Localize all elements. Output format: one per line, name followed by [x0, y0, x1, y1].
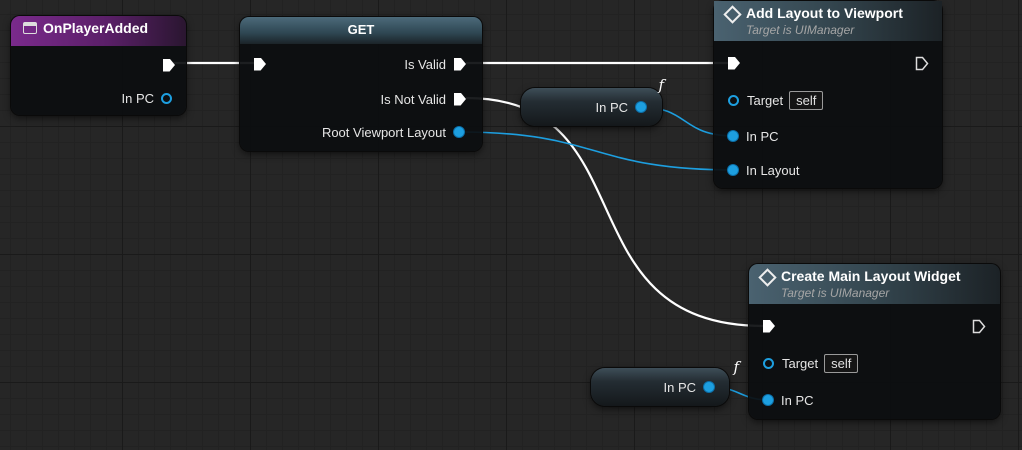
pin-label: Is Not Valid: [380, 91, 446, 107]
add-exec-in[interactable]: [728, 54, 740, 72]
function-icon: [723, 5, 742, 24]
get-node-title: GET: [347, 22, 375, 37]
pin-label: In PC: [781, 392, 814, 408]
pin-label: Target: [782, 355, 819, 371]
object-pin-icon[interactable]: [704, 382, 714, 392]
pin-label: In PC: [595, 99, 628, 115]
pin-label: In PC: [663, 379, 696, 395]
function-node-title: Add Layout to Viewport: [746, 5, 903, 21]
object-pin-icon[interactable]: [454, 127, 464, 137]
exec-in-pin-icon[interactable]: [728, 56, 740, 70]
create-pin-in-pc[interactable]: In PC: [763, 391, 814, 409]
function-node-add-layout-to-viewport[interactable]: Add Layout to Viewport Target is UIManag…: [714, 1, 942, 188]
exec-out-pin-icon[interactable]: [972, 319, 986, 334]
get-node-header: GET: [240, 17, 482, 44]
object-pin-icon[interactable]: [763, 357, 774, 369]
pin-label: In Layout: [746, 162, 800, 178]
object-wire-layout-to-add-inlayout: [459, 131, 736, 171]
get-exec-in[interactable]: [254, 55, 266, 73]
exec-in-pin-icon[interactable]: [254, 57, 266, 71]
var1-pin-in-pc[interactable]: In PC: [595, 98, 646, 116]
target-self-field[interactable]: self: [789, 90, 824, 110]
event-icon: [23, 22, 37, 34]
event-node-header: OnPlayerAdded: [11, 16, 186, 46]
pin-label: Is Valid: [404, 56, 446, 72]
pin-label: Target: [747, 92, 784, 108]
event-node-title: OnPlayerAdded: [43, 20, 149, 36]
get-pin-is-not-valid[interactable]: Is Not Valid: [380, 90, 466, 108]
function-glyph-icon: f: [658, 76, 664, 94]
object-pin-icon[interactable]: [728, 94, 739, 106]
function-node-subtitle: Target is UIManager: [781, 286, 890, 300]
create-pin-target[interactable]: Target self: [763, 353, 859, 373]
get-node[interactable]: GET Is Valid Is Not Valid Root Viewport …: [240, 17, 482, 151]
object-pin-icon[interactable]: [763, 395, 773, 405]
object-pin-icon[interactable]: [636, 102, 646, 112]
target-self-field[interactable]: self: [824, 353, 859, 373]
variable-node-in-pc-1[interactable]: f In PC: [521, 76, 664, 126]
variable-node-in-pc-2[interactable]: f In PC: [591, 358, 739, 406]
add-pin-in-pc[interactable]: In PC: [728, 127, 779, 145]
exec-in-pin-icon[interactable]: [763, 319, 775, 333]
function-node-subtitle: Target is UIManager: [746, 23, 855, 37]
get-pin-root-viewport-layout[interactable]: Root Viewport Layout: [322, 123, 464, 141]
exec-out-pin-icon[interactable]: [915, 56, 929, 71]
event-exec-out[interactable]: [163, 56, 175, 74]
function-node-title: Create Main Layout Widget: [781, 268, 961, 284]
object-pin-icon[interactable]: [728, 165, 738, 175]
object-pin-icon[interactable]: [728, 131, 738, 141]
var2-pin-in-pc[interactable]: In PC: [663, 378, 714, 396]
pin-label: Root Viewport Layout: [321, 124, 446, 140]
add-exec-out[interactable]: [915, 54, 929, 72]
event-pin-in-pc[interactable]: In PC: [121, 89, 172, 107]
get-pin-is-valid[interactable]: Is Valid: [404, 55, 466, 73]
function-node-header: Add Layout to Viewport Target is UIManag…: [714, 1, 942, 41]
exec-out-pin-icon[interactable]: [163, 58, 175, 72]
function-icon: [758, 268, 777, 287]
exec-out-pin-icon[interactable]: [454, 92, 466, 106]
object-pin-icon[interactable]: [161, 92, 172, 104]
exec-out-pin-icon[interactable]: [454, 57, 466, 71]
add-pin-in-layout[interactable]: In Layout: [728, 161, 800, 179]
function-node-create-main-layout-widget[interactable]: Create Main Layout Widget Target is UIMa…: [749, 264, 1000, 419]
function-glyph-icon: f: [733, 358, 739, 376]
pin-label: In PC: [121, 90, 154, 106]
pin-label: In PC: [746, 128, 779, 144]
add-pin-target[interactable]: Target self: [728, 90, 824, 110]
event-node-onplayeradded[interactable]: OnPlayerAdded In PC: [11, 16, 186, 115]
create-exec-out[interactable]: [972, 317, 986, 335]
function-node-header: Create Main Layout Widget Target is UIMa…: [749, 264, 1000, 304]
create-exec-in[interactable]: [763, 317, 775, 335]
